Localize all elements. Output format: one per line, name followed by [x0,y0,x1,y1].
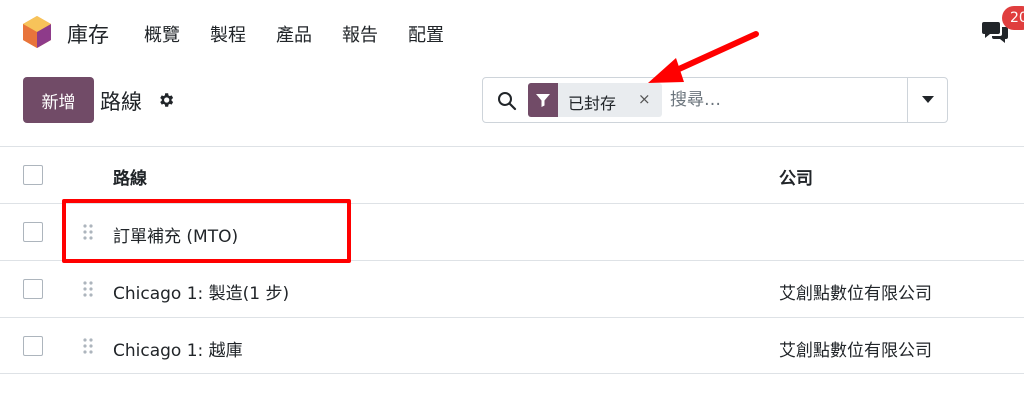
row-checkbox[interactable] [23,279,43,299]
row-checkbox[interactable] [23,336,43,356]
menu-item-reporting[interactable]: 報告 [342,21,378,47]
route-name[interactable]: Chicago 1: 製造(1 步) [113,279,289,304]
facet-label: 已封存 [568,94,617,113]
caret-down-icon [922,96,934,103]
table-row[interactable]: 訂單補充 (MTO) [0,204,1024,261]
search-facet-archived: 已封存 × [528,83,662,117]
menu-item-products[interactable]: 產品 [276,21,312,47]
route-name[interactable]: 訂單補充 (MTO) [113,222,238,247]
gear-icon[interactable] [157,91,175,109]
inventory-app-icon[interactable] [23,16,51,48]
menu-item-configuration[interactable]: 配置 [408,21,444,47]
search-icon[interactable] [497,91,517,111]
top-navbar: 庫存 概覽 製程 產品 報告 配置 20 [0,0,1024,64]
app-name[interactable]: 庫存 [67,19,109,49]
main-menu: 概覽 製程 產品 報告 配置 [144,21,444,47]
drag-handle-icon[interactable] [82,337,94,355]
drag-handle-icon[interactable] [82,223,94,241]
filter-icon [536,94,550,107]
route-company: 艾創點數位有限公司 [779,284,932,304]
filter-facet-type [528,83,558,117]
menu-item-operations[interactable]: 製程 [210,21,246,47]
route-company: 艾創點數位有限公司 [779,341,932,361]
table-row[interactable]: Chicago 1: 越庫 艾創點數位有限公司 [0,318,1024,374]
column-header-company[interactable]: 公司 [779,164,813,189]
select-all-checkbox[interactable] [23,165,43,185]
facet-remove-icon[interactable]: × [638,90,651,108]
drag-handle-icon[interactable] [82,280,94,298]
column-header-route[interactable]: 路線 [113,164,147,189]
route-name[interactable]: Chicago 1: 越庫 [113,336,243,361]
page-title: 路線 [100,90,142,114]
search-options-toggle[interactable] [907,78,948,122]
menu-item-overview[interactable]: 概覽 [144,21,180,47]
table-header: 路線 公司 [0,147,1024,204]
row-checkbox[interactable] [23,222,43,242]
search-bar: 已封存 × [482,77,948,123]
new-button[interactable]: 新增 [23,77,94,123]
notification-badge: 20 [1002,6,1024,30]
table-row[interactable]: Chicago 1: 製造(1 步) 艾創點數位有限公司 [0,261,1024,318]
search-input[interactable] [670,86,880,114]
